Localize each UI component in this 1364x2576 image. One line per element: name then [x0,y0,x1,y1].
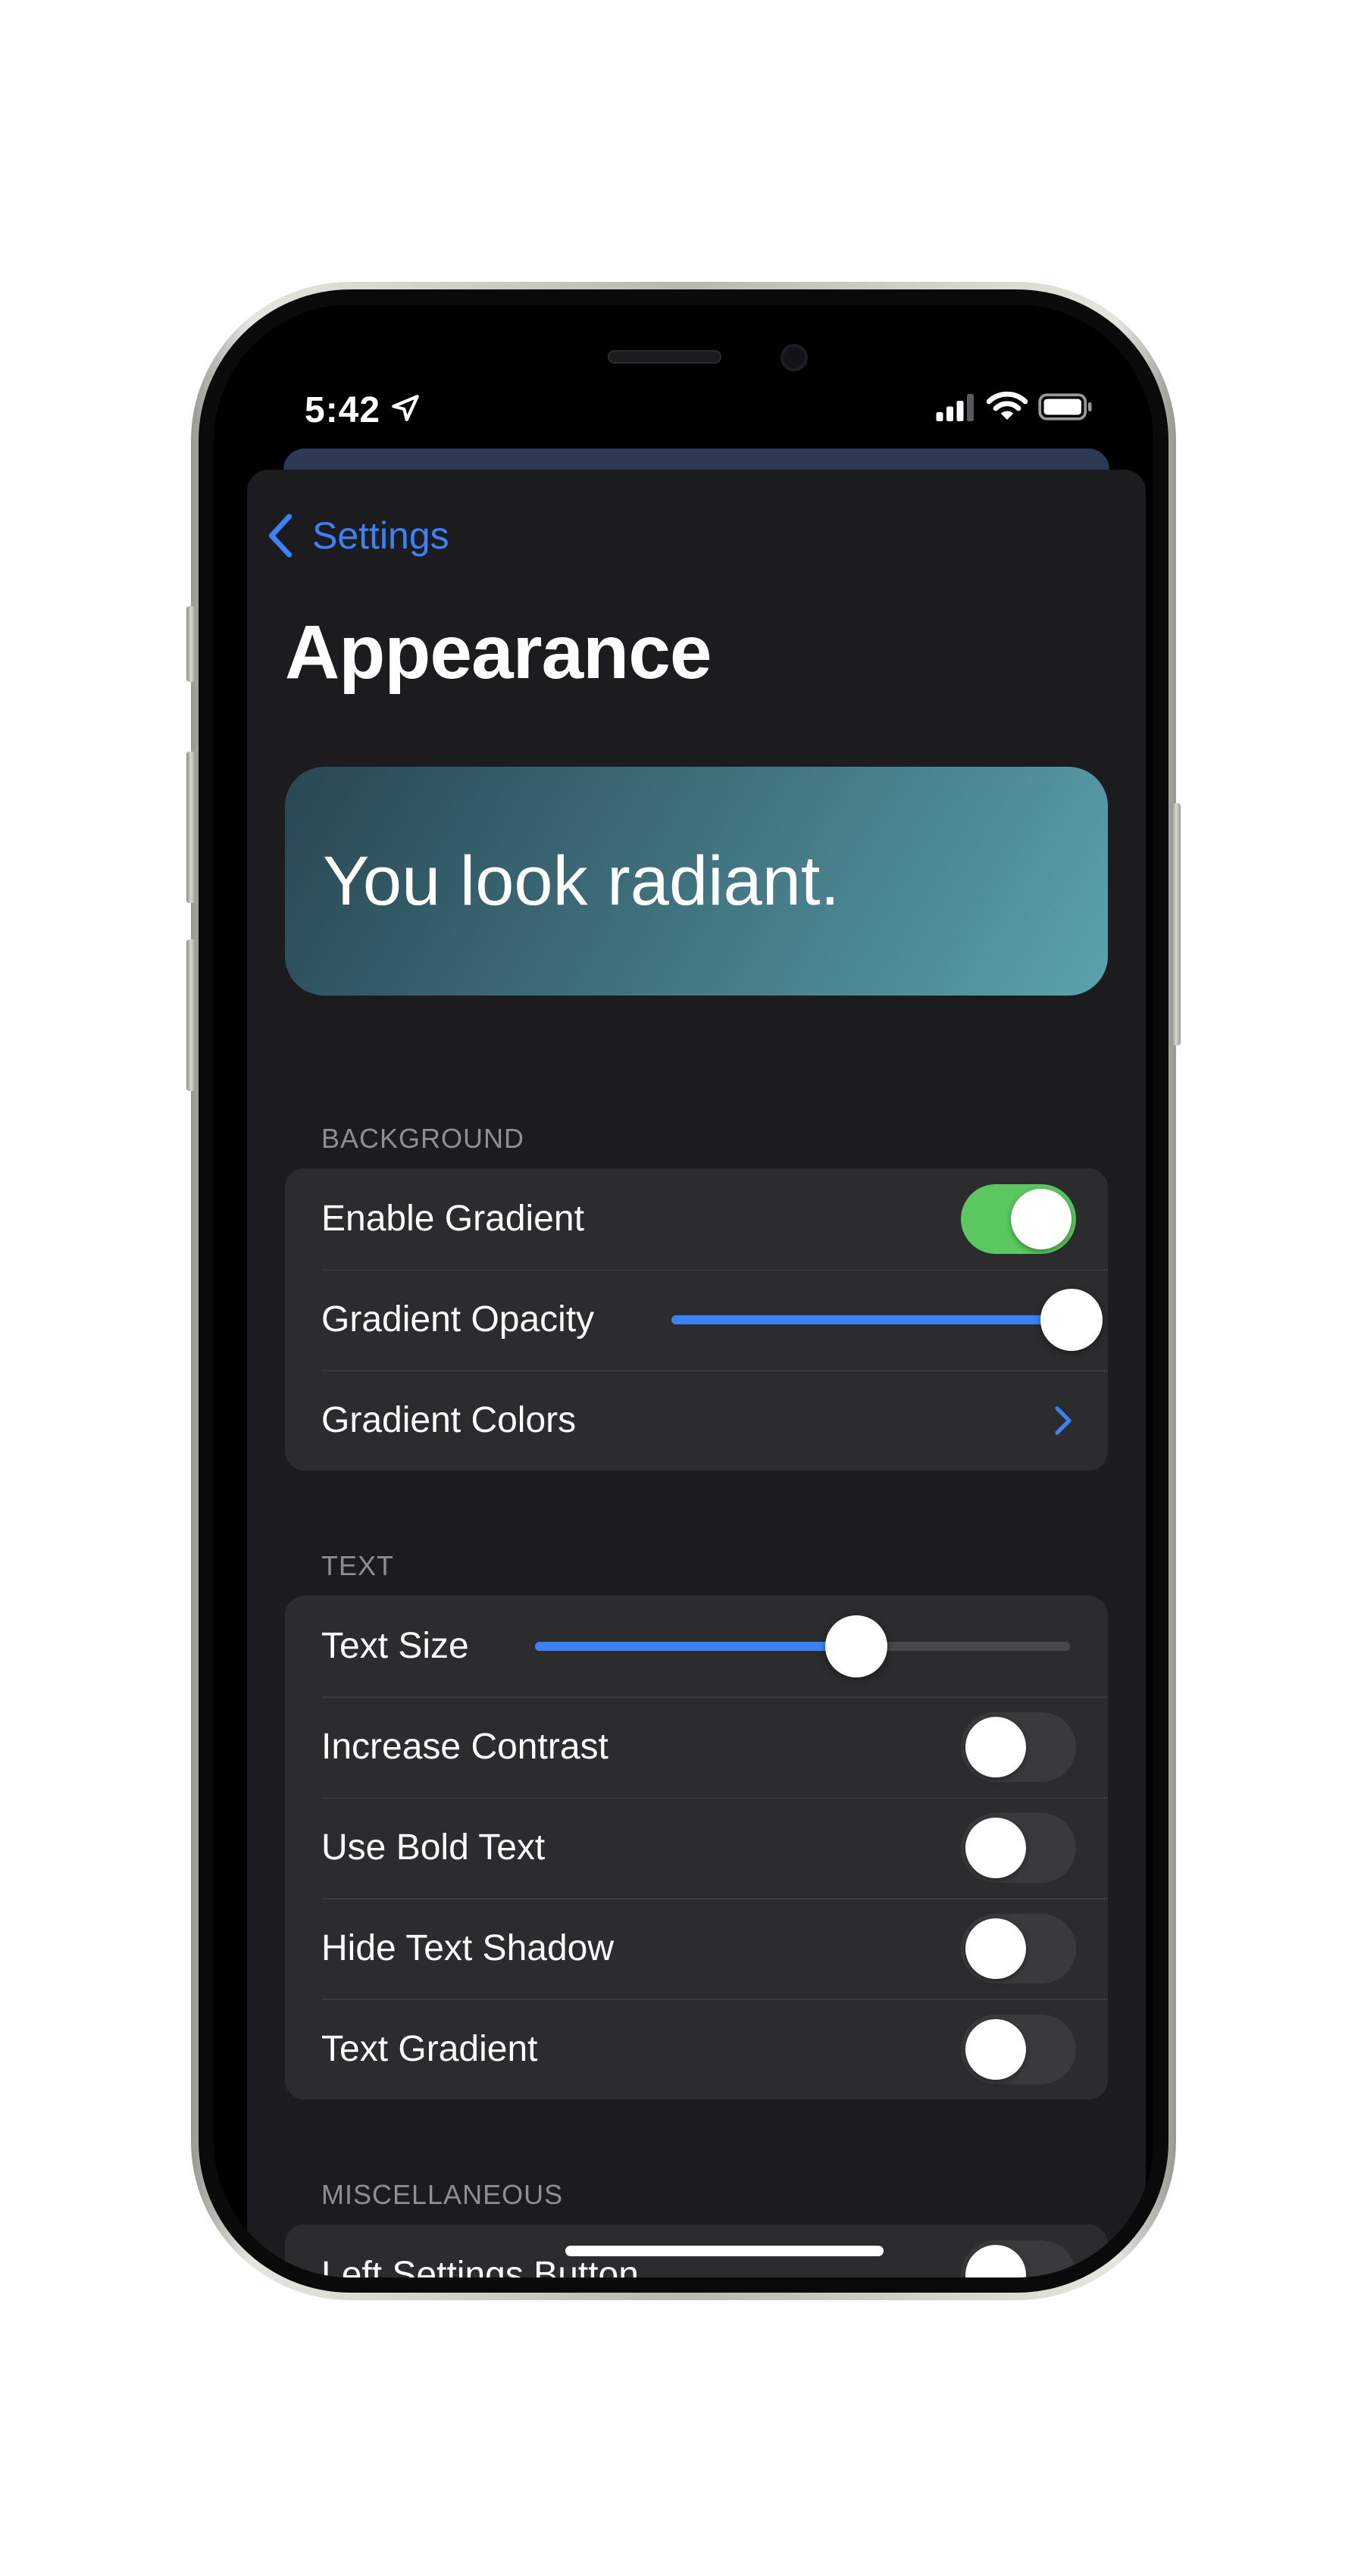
front-camera [781,344,808,371]
silent-switch [186,606,196,682]
use-bold-text-toggle[interactable] [961,1812,1076,1883]
increase-contrast-toggle[interactable] [961,1712,1076,1782]
battery-icon [1038,393,1092,420]
section-header-miscellaneous: MISCELLANEOUS [321,2179,564,2210]
cellular-signal-icon [936,394,974,421]
slider-thumb[interactable] [1040,1288,1103,1351]
gradient-colors-row[interactable]: Gradient Colors [285,1370,1108,1471]
hide-text-shadow-label: Hide Text Shadow [321,1928,615,1968]
gradient-colors-label: Gradient Colors [321,1400,577,1440]
gradient-opacity-slider[interactable] [671,1288,1103,1351]
hide-text-shadow-toggle[interactable] [961,1913,1076,1984]
slider-thumb[interactable] [824,1615,887,1677]
preview-card: You look radiant. [285,767,1108,996]
section-header-text: TEXT [321,1550,395,1581]
text-size-label: Text Size [321,1626,469,1666]
text-gradient-toggle[interactable] [961,2014,1076,2084]
text-settings-group: Text Size Increase Contrast Use Bold Tex… [285,1596,1108,2099]
enable-gradient-label: Enable Gradient [321,1199,584,1239]
back-button[interactable]: Settings [265,509,449,562]
power-button [1172,803,1181,1046]
toggle-knob [965,2018,1026,2080]
phone-bezel: 5:42 Settings Appearance You look radian… [199,289,1168,2293]
preview-text: You look radiant. [323,842,840,920]
status-time: 5:42 [305,390,381,430]
page-title: Appearance [285,610,712,695]
text-gradient-label: Text Gradient [321,2029,538,2069]
phone-frame: 5:42 Settings Appearance You look radian… [186,282,1181,2300]
chevron-right-icon [1055,1405,1071,1435]
status-bar: 5:42 [214,305,1153,430]
use-bold-text-row: Use Bold Text [285,1797,1108,1898]
gradient-opacity-row: Gradient Opacity [285,1269,1108,1370]
slider-fill [535,1641,856,1651]
section-header-background: BACKGROUND [321,1123,525,1154]
toggle-knob [965,2244,1026,2277]
enable-gradient-row: Enable Gradient [285,1168,1108,1269]
earpiece-speaker [608,350,721,364]
text-gradient-row: Text Gradient [285,1999,1108,2099]
left-settings-button-toggle[interactable] [961,2240,1076,2277]
use-bold-text-label: Use Bold Text [321,1827,546,1868]
toggle-knob [965,1918,1026,1979]
left-settings-button-label: Left Settings Button [321,2255,639,2277]
back-button-label: Settings [312,514,449,557]
background-settings-group: Enable Gradient Gradient Opacity Gradien… [285,1168,1108,1471]
enable-gradient-toggle[interactable] [961,1183,1076,1254]
wifi-icon [987,391,1028,420]
chevron-left-icon [268,514,293,558]
gradient-opacity-label: Gradient Opacity [321,1299,595,1340]
increase-contrast-label: Increase Contrast [321,1727,608,1767]
toggle-knob [965,1716,1026,1777]
text-size-slider[interactable] [535,1615,1070,1677]
screen: 5:42 Settings Appearance You look radian… [214,305,1153,2277]
toggle-knob [965,1817,1026,1878]
toggle-knob [1011,1188,1071,1249]
home-indicator[interactable] [565,2246,884,2256]
volume-up-button [186,752,196,903]
hide-text-shadow-row: Hide Text Shadow [285,1898,1108,1999]
location-arrow-icon [392,395,419,421]
slider-fill [671,1315,1071,1324]
appearance-sheet: Settings Appearance You look radiant. BA… [247,470,1146,2277]
text-size-row: Text Size [285,1596,1108,1696]
increase-contrast-row: Increase Contrast [285,1696,1108,1797]
volume-down-button [186,939,196,1091]
